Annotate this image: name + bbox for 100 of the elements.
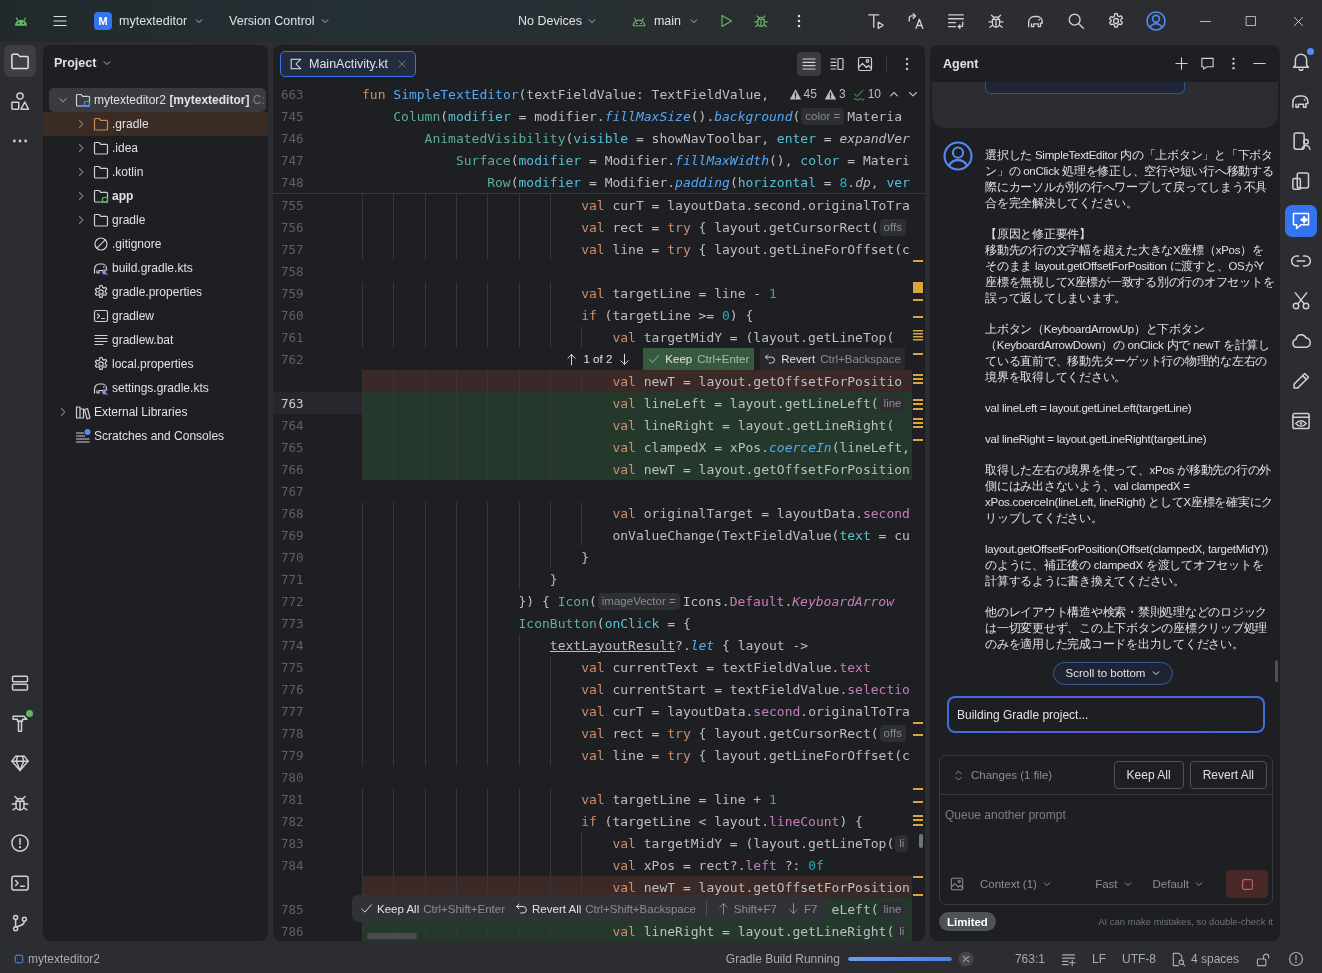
- search-icon[interactable]: [1067, 12, 1085, 30]
- code-text: }) { Icon(: [518, 593, 597, 609]
- inlay-hint: color =: [801, 107, 845, 125]
- project-view-dropdown[interactable]: Project: [54, 56, 113, 70]
- image-icon[interactable]: [950, 877, 964, 891]
- account-icon[interactable]: [1146, 11, 1166, 31]
- cancel-icon[interactable]: [957, 951, 974, 967]
- line-number: 746: [281, 130, 304, 146]
- indent-setting[interactable]: 4 spaces: [1190, 952, 1239, 966]
- maximize-icon[interactable]: [1245, 15, 1257, 27]
- device-selector[interactable]: No Devices: [512, 7, 603, 35]
- tree-item[interactable]: .gradle: [43, 112, 268, 136]
- line-number: 784: [281, 857, 304, 873]
- tree-item[interactable]: settings.gradle.kts: [43, 376, 268, 400]
- gear-icon: [93, 284, 109, 300]
- close-icon[interactable]: [1291, 14, 1305, 28]
- lines-plus-icon[interactable]: [1060, 951, 1076, 967]
- tree-item[interactable]: .gitignore: [43, 232, 268, 256]
- vcs-menu[interactable]: Version Control: [223, 7, 336, 35]
- translate-icon[interactable]: [907, 12, 925, 30]
- code-text: val lineRight = layout.getLineRight(: [612, 417, 895, 433]
- chat-bubble-icon[interactable]: [1200, 56, 1215, 71]
- message-text: 上ボタン（KeyboardArrowUp）と下ボタン（KeyboardArrowDown）の onClick 内で newT を計算している直前で、移動先ターゲット行の物理的な左右の境界を取得してください。: [985, 322, 1271, 385]
- bug-icon[interactable]: [753, 13, 769, 29]
- revert-button[interactable]: Revert Ctrl+Backspace: [760, 348, 905, 370]
- run-icon[interactable]: [718, 13, 734, 29]
- message-text: 他のレイアウト構造や検索・禁則処理などのロジックは一切変更せず、この上下ボタンの座標クリップ処理のみを適用した完成コードを出力してください。: [985, 605, 1268, 652]
- elephant-file-icon: [93, 260, 109, 276]
- tree-item[interactable]: app: [43, 184, 268, 208]
- chevron-down-icon: [319, 16, 330, 26]
- caret-position[interactable]: 763:1: [1014, 952, 1045, 966]
- inspection-count[interactable]: 3: [823, 87, 846, 101]
- settings-icon[interactable]: [1107, 12, 1125, 30]
- document-search-icon[interactable]: [1170, 951, 1186, 967]
- unlocked-icon[interactable]: [1256, 951, 1271, 967]
- revert-all-button[interactable]: Revert All: [1189, 761, 1267, 789]
- tree-item[interactable]: build.gradle.kts: [43, 256, 268, 280]
- inlay-hint: offs: [879, 218, 906, 236]
- layers-icon: [10, 673, 30, 693]
- tree-item[interactable]: Scratches and Consoles: [43, 424, 268, 448]
- split-view-icon: [829, 56, 845, 72]
- chevron-down-icon: [102, 58, 113, 68]
- line-separator[interactable]: LF: [1091, 952, 1106, 966]
- prompt-box[interactable]: Changes (1 file) Keep All Revert All Queue another prompt Context (1) Fast Default: [939, 755, 1273, 905]
- file-encoding[interactable]: UTF-8: [1121, 952, 1156, 966]
- line-number: 763: [281, 395, 304, 411]
- tree-item[interactable]: gradlew.bat: [43, 328, 268, 352]
- code-view-button[interactable]: [797, 52, 821, 76]
- keep-all-button[interactable]: Keep All: [1113, 761, 1184, 789]
- list-return-icon[interactable]: [947, 12, 965, 30]
- inspection-count[interactable]: 45: [788, 87, 817, 101]
- tree-item[interactable]: local.properties: [43, 352, 268, 376]
- tree-item[interactable]: gradle.properties: [43, 280, 268, 304]
- scrollbar-thumb[interactable]: [367, 933, 417, 939]
- inspection-count[interactable]: 10: [852, 87, 881, 101]
- arrow-up-icon[interactable]: [564, 352, 578, 366]
- close-icon[interactable]: [396, 59, 407, 69]
- project-selector[interactable]: M mytexteditor: [88, 7, 211, 35]
- line-number: 781: [281, 791, 304, 807]
- tree-item[interactable]: .idea: [43, 136, 268, 160]
- scrollbar-thumb[interactable]: [1275, 660, 1278, 682]
- model-dropdown[interactable]: Default: [1148, 878, 1208, 890]
- bug-icon[interactable]: [987, 12, 1005, 30]
- tree-item[interactable]: mytexteditor2 [mytexteditor] C:: [49, 88, 266, 112]
- hammer-icon: [10, 713, 30, 733]
- project-name[interactable]: mytexteditor2: [28, 952, 101, 966]
- prompt-field[interactable]: Queue another prompt: [940, 795, 1272, 868]
- line-number: 773: [281, 615, 304, 631]
- tree-item[interactable]: gradle: [43, 208, 268, 232]
- folder-icon: [10, 51, 30, 71]
- code-text: Icons.Default.KeyboardArrow: [682, 593, 894, 609]
- revert-all-button[interactable]: Revert All Ctrl+Shift+Backspace: [515, 902, 696, 915]
- keep-all-button[interactable]: Keep All Ctrl+Shift+Enter: [360, 902, 506, 915]
- project-tool-button[interactable]: [4, 45, 36, 77]
- editor-tab[interactable]: MainActivity.kt: [280, 51, 416, 77]
- context-dropdown[interactable]: Context (1): [976, 878, 1056, 890]
- agent-tool-button[interactable]: [1285, 205, 1317, 237]
- next-change-button[interactable]: F7: [787, 902, 818, 915]
- code-text: val rect = try { layout.getCursorRect(: [581, 219, 879, 235]
- code-text: val newT = layout.getOffsetForPosition: [612, 461, 910, 477]
- changes-summary[interactable]: Changes (1 file): [971, 769, 1053, 781]
- branch-selector[interactable]: main: [625, 7, 705, 35]
- line-number: 777: [281, 703, 304, 719]
- text-play-icon[interactable]: [867, 12, 885, 30]
- tree-item[interactable]: External Libraries: [43, 400, 268, 424]
- menu-icon[interactable]: [52, 13, 68, 29]
- books-icon: [75, 404, 91, 420]
- new-chat-icon[interactable]: [1174, 56, 1189, 71]
- tree-item[interactable]: gradlew: [43, 304, 268, 328]
- arrow-down-icon[interactable]: [618, 352, 632, 366]
- phone-person-icon: [1291, 131, 1311, 151]
- scroll-to-bottom-button[interactable]: Scroll to bottom: [1052, 661, 1174, 685]
- speed-dropdown[interactable]: Fast: [1091, 878, 1137, 890]
- exclamation-circle-icon[interactable]: [1288, 951, 1304, 967]
- keep-button[interactable]: Keep Ctrl+Enter: [643, 348, 755, 370]
- previous-change-button[interactable]: Shift+F7: [716, 902, 777, 915]
- task-status: Gradle Build Running: [725, 952, 840, 966]
- stop-button[interactable]: [1226, 870, 1268, 898]
- bug-icon: [10, 793, 30, 813]
- tree-item[interactable]: .kotlin: [43, 160, 268, 184]
